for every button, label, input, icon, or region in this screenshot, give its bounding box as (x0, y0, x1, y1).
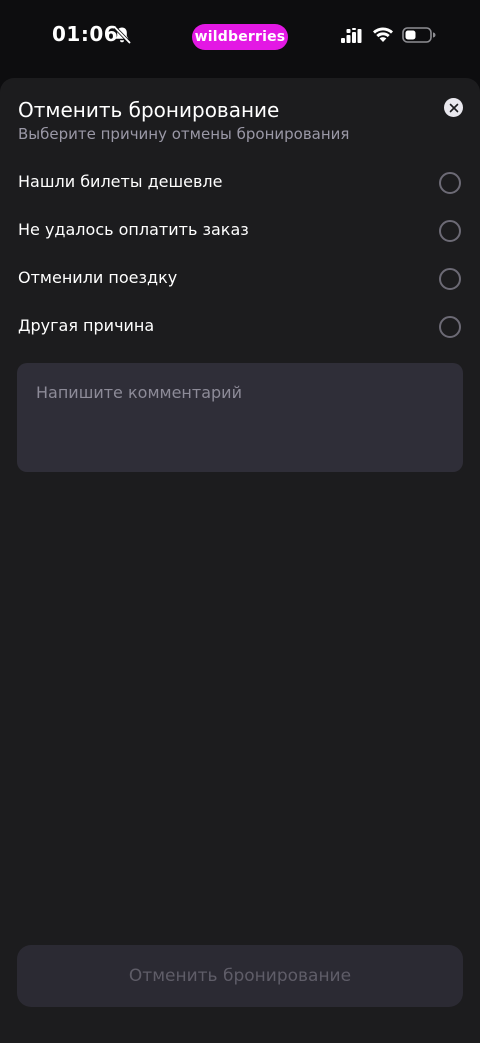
sheet-title: Отменить бронирование (18, 98, 280, 122)
reason-option-trip-cancelled[interactable]: Отменили поездку (0, 256, 480, 304)
reason-option-label: Отменили поездку (18, 268, 178, 287)
comment-input[interactable] (17, 363, 463, 472)
brand-badge: wildberries (192, 24, 288, 50)
battery-icon (402, 27, 436, 43)
cancel-booking-button[interactable]: Отменить бронирование (17, 945, 463, 1007)
status-time: 01:06 (52, 22, 119, 46)
reason-options: Нашли билеты дешевле Не удалось оплатить… (0, 160, 480, 352)
wifi-icon (373, 27, 393, 42)
reason-option-label: Другая причина (18, 316, 155, 335)
sheet-subtitle: Выберите причину отмены бронирования (18, 125, 350, 143)
radio-button[interactable] (439, 268, 461, 290)
close-icon (449, 103, 458, 112)
bell-off-icon (113, 26, 131, 44)
cancel-booking-sheet: Отменить бронирование Выберите причину о… (0, 78, 480, 1043)
radio-button[interactable] (439, 220, 461, 242)
status-bar: 01:06 wildberries (0, 0, 480, 72)
reason-option-payment-failed[interactable]: Не удалось оплатить заказ (0, 208, 480, 256)
reason-option-label: Нашли билеты дешевле (18, 172, 223, 191)
reason-option-label: Не удалось оплатить заказ (18, 220, 249, 239)
reason-option-other[interactable]: Другая причина (0, 304, 480, 352)
close-button[interactable] (444, 98, 463, 117)
signal-icon (341, 28, 362, 43)
reason-option-cheaper-tickets[interactable]: Нашли билеты дешевле (0, 160, 480, 208)
radio-button[interactable] (439, 172, 461, 194)
radio-button[interactable] (439, 316, 461, 338)
